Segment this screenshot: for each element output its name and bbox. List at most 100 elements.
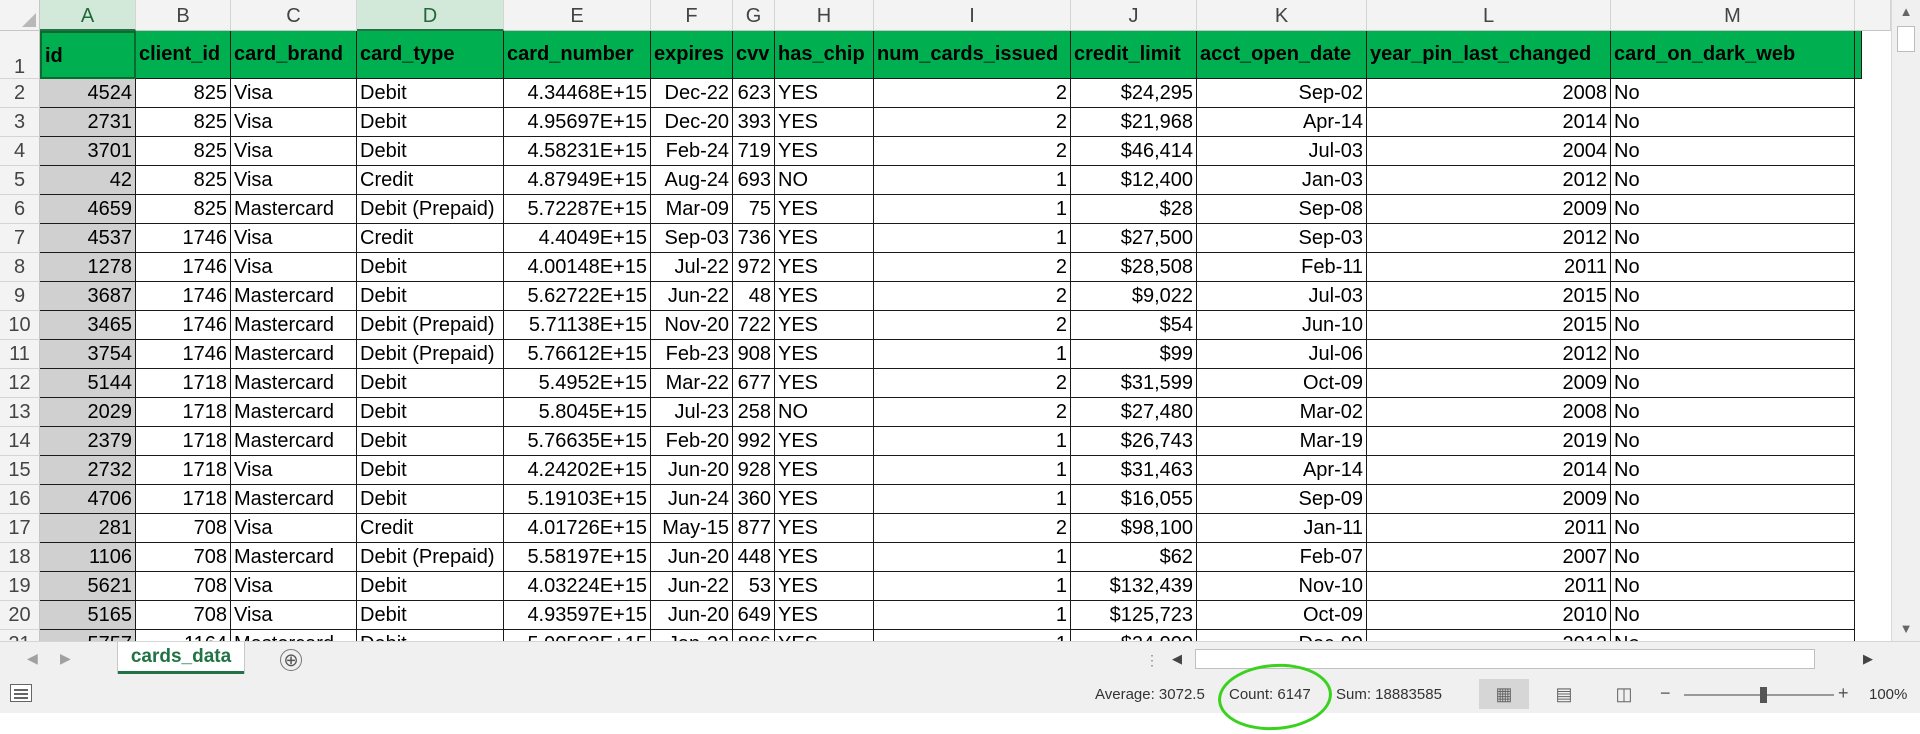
macro-recorder-icon[interactable] bbox=[10, 684, 32, 702]
row-header[interactable]: 7 bbox=[0, 224, 40, 253]
cell-acct-open-date[interactable]: Nov-10 bbox=[1197, 572, 1367, 601]
cell-client-id[interactable]: 825 bbox=[136, 108, 231, 137]
cell-id[interactable]: 3701 bbox=[40, 137, 136, 166]
cell-year-pin-last-changed[interactable]: 2004 bbox=[1367, 137, 1611, 166]
cell-card-number[interactable]: 5.72287E+15 bbox=[504, 195, 651, 224]
row-header[interactable]: 9 bbox=[0, 282, 40, 311]
row-header[interactable]: 18 bbox=[0, 543, 40, 572]
horizontal-scroll-thumb[interactable] bbox=[1195, 649, 1815, 669]
column-header-l[interactable]: L bbox=[1367, 0, 1611, 31]
cell-num-cards-issued[interactable]: 1 bbox=[874, 456, 1071, 485]
header-cell-year-pin-last-changed[interactable]: year_pin_last_changed bbox=[1367, 31, 1611, 79]
header-cell-expires[interactable]: expires bbox=[651, 31, 733, 79]
column-header-j[interactable]: J bbox=[1071, 0, 1197, 31]
cell-cvv[interactable]: 886 bbox=[733, 630, 775, 641]
cell-credit-limit[interactable]: $27,480 bbox=[1071, 398, 1197, 427]
cell-num-cards-issued[interactable]: 2 bbox=[874, 253, 1071, 282]
cell-expires[interactable]: May-15 bbox=[651, 514, 733, 543]
cell-cvv[interactable]: 448 bbox=[733, 543, 775, 572]
cell-acct-open-date[interactable]: Jul-06 bbox=[1197, 340, 1367, 369]
cell-card-on-dark-web[interactable]: No bbox=[1611, 311, 1855, 340]
cell-credit-limit[interactable]: $132,439 bbox=[1071, 572, 1197, 601]
zoom-slider[interactable] bbox=[1684, 694, 1834, 696]
cell-expires[interactable]: Jun-20 bbox=[651, 543, 733, 572]
cell-card-number[interactable]: 5.76635E+15 bbox=[504, 427, 651, 456]
cell-has-chip[interactable]: YES bbox=[775, 572, 874, 601]
cell-id[interactable]: 2029 bbox=[40, 398, 136, 427]
cell-has-chip[interactable]: YES bbox=[775, 79, 874, 108]
cell-card-on-dark-web[interactable]: No bbox=[1611, 195, 1855, 224]
cell-cvv[interactable]: 393 bbox=[733, 108, 775, 137]
cell-id[interactable]: 3687 bbox=[40, 282, 136, 311]
row-header[interactable]: 17 bbox=[0, 514, 40, 543]
cell-card-type[interactable]: Debit bbox=[357, 137, 504, 166]
cell-expires[interactable]: Mar-22 bbox=[651, 369, 733, 398]
horizontal-scrollbar[interactable]: ◀ ▶ bbox=[1165, 646, 1880, 672]
cell-credit-limit[interactable]: $26,743 bbox=[1071, 427, 1197, 456]
cell-acct-open-date[interactable]: Apr-14 bbox=[1197, 108, 1367, 137]
cell-acct-open-date[interactable]: Jun-10 bbox=[1197, 311, 1367, 340]
cell-card-number[interactable]: 5.19103E+15 bbox=[504, 485, 651, 514]
cell-card-on-dark-web[interactable]: No bbox=[1611, 398, 1855, 427]
cell-cvv[interactable]: 623 bbox=[733, 79, 775, 108]
row-header[interactable]: 12 bbox=[0, 369, 40, 398]
cell-acct-open-date[interactable]: Feb-07 bbox=[1197, 543, 1367, 572]
cell-acct-open-date[interactable]: Jul-03 bbox=[1197, 137, 1367, 166]
cell-card-on-dark-web[interactable]: No bbox=[1611, 456, 1855, 485]
cell-acct-open-date[interactable]: Oct-09 bbox=[1197, 369, 1367, 398]
cell-card-brand[interactable]: Visa bbox=[231, 137, 357, 166]
cell-has-chip[interactable]: NO bbox=[775, 398, 874, 427]
cell-card-brand[interactable]: Visa bbox=[231, 572, 357, 601]
header-cell-client-id[interactable]: client_id bbox=[136, 31, 231, 79]
cell-client-id[interactable]: 1718 bbox=[136, 369, 231, 398]
prev-sheet-icon[interactable]: ◀ bbox=[27, 650, 38, 667]
cell-card-number[interactable]: 4.4049E+15 bbox=[504, 224, 651, 253]
cell-credit-limit[interactable]: $24,295 bbox=[1071, 79, 1197, 108]
cell-card-on-dark-web[interactable]: No bbox=[1611, 485, 1855, 514]
cell-expires[interactable]: Aug-24 bbox=[651, 166, 733, 195]
cell-has-chip[interactable]: YES bbox=[775, 514, 874, 543]
cell-id[interactable]: 4524 bbox=[40, 79, 136, 108]
cell-card-type[interactable]: Debit bbox=[357, 79, 504, 108]
cell-client-id[interactable]: 1718 bbox=[136, 456, 231, 485]
row-header[interactable]: 3 bbox=[0, 108, 40, 137]
cell-card-number[interactable]: 5.90503E+15 bbox=[504, 630, 651, 641]
cell-card-on-dark-web[interactable]: No bbox=[1611, 282, 1855, 311]
column-header-e[interactable]: E bbox=[504, 0, 651, 31]
cell-cvv[interactable]: 928 bbox=[733, 456, 775, 485]
cell-card-type[interactable]: Debit (Prepaid) bbox=[357, 340, 504, 369]
cell-card-type[interactable]: Debit (Prepaid) bbox=[357, 195, 504, 224]
cell-year-pin-last-changed[interactable]: 2009 bbox=[1367, 485, 1611, 514]
cell-client-id[interactable]: 1746 bbox=[136, 340, 231, 369]
cell-id[interactable]: 3754 bbox=[40, 340, 136, 369]
cell-card-type[interactable]: Credit bbox=[357, 224, 504, 253]
cell-credit-limit[interactable]: $99 bbox=[1071, 340, 1197, 369]
cell-year-pin-last-changed[interactable]: 2014 bbox=[1367, 108, 1611, 137]
cell-has-chip[interactable]: YES bbox=[775, 340, 874, 369]
cell-card-type[interactable]: Debit bbox=[357, 572, 504, 601]
cell-card-on-dark-web[interactable]: No bbox=[1611, 253, 1855, 282]
cell-acct-open-date[interactable]: Jan-11 bbox=[1197, 514, 1367, 543]
cell-expires[interactable]: Jun-22 bbox=[651, 282, 733, 311]
cell-num-cards-issued[interactable]: 1 bbox=[874, 224, 1071, 253]
cell-credit-limit[interactable]: $125,723 bbox=[1071, 601, 1197, 630]
cell-credit-limit[interactable]: $16,055 bbox=[1071, 485, 1197, 514]
cell-id[interactable]: 2731 bbox=[40, 108, 136, 137]
cell-id[interactable]: 5621 bbox=[40, 572, 136, 601]
row-header[interactable]: 16 bbox=[0, 485, 40, 514]
cell-expires[interactable]: Nov-20 bbox=[651, 311, 733, 340]
cell-num-cards-issued[interactable]: 1 bbox=[874, 427, 1071, 456]
cell-card-type[interactable]: Debit bbox=[357, 369, 504, 398]
cell-has-chip[interactable]: YES bbox=[775, 543, 874, 572]
cell-card-on-dark-web[interactable]: No bbox=[1611, 224, 1855, 253]
cell-card-type[interactable]: Debit (Prepaid) bbox=[357, 543, 504, 572]
row-header[interactable]: 20 bbox=[0, 601, 40, 630]
cell-expires[interactable]: Dec-20 bbox=[651, 108, 733, 137]
cell-num-cards-issued[interactable]: 2 bbox=[874, 108, 1071, 137]
row-header[interactable]: 11 bbox=[0, 340, 40, 369]
cell-credit-limit[interactable]: $62 bbox=[1071, 543, 1197, 572]
scroll-left-icon[interactable]: ◀ bbox=[1165, 646, 1189, 672]
status-count[interactable]: Count: 6147 bbox=[1229, 686, 1311, 703]
header-cell-card-brand[interactable]: card_brand bbox=[231, 31, 357, 79]
cell-num-cards-issued[interactable]: 2 bbox=[874, 398, 1071, 427]
